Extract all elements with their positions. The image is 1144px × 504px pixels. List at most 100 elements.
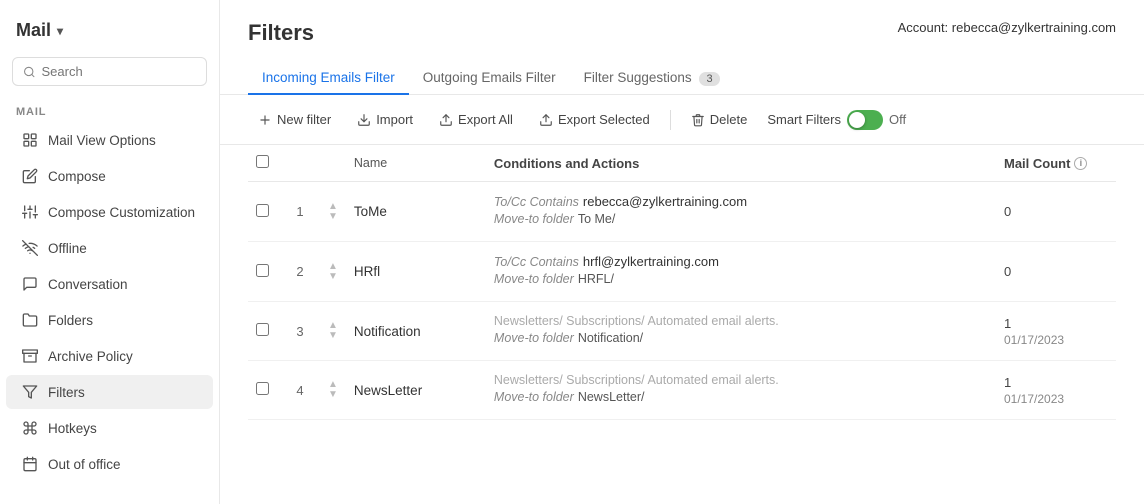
export-selected-button[interactable]: Export Selected [529,107,660,132]
sidebar-item-hotkeys[interactable]: Hotkeys [6,411,213,445]
sidebar-item-label: Filters [48,385,85,400]
command-icon [22,420,38,436]
table-row: 2 ▲▼ HRfl To/Cc Contains hrfl@zylkertrai… [248,242,1116,302]
filters-table-container: Name Conditions and Actions Mail Count i [220,145,1144,504]
main-header: Account: rebecca@zylkertraining.com Filt… [220,0,1144,95]
sidebar-item-label: Folders [48,313,93,328]
archive-icon [22,348,38,364]
sidebar-item-mail-view-options[interactable]: Mail View Options [6,123,213,157]
smart-filters-off-label: Off [889,112,906,127]
row-number: 2 [280,242,320,302]
tab-incoming[interactable]: Incoming Emails Filter [248,62,409,95]
account-info: Account: rebecca@zylkertraining.com [898,20,1116,35]
col-num [280,145,320,182]
search-icon [23,65,36,79]
filter-icon [22,384,38,400]
message-square-icon [22,276,38,292]
filter-count: 1 01/17/2023 [996,361,1116,420]
filter-count: 0 [996,242,1116,302]
col-name: Name [346,145,486,182]
filter-conditions: To/Cc Contains rebecca@zylkertraining.co… [486,182,996,242]
toolbar-divider [670,110,671,130]
reorder-arrows[interactable]: ▲▼ [328,202,338,222]
filter-count: 0 [996,182,1116,242]
filter-conditions: Newsletters/ Subscriptions/ Automated em… [486,361,996,420]
col-arrows [320,145,346,182]
col-conditions: Conditions and Actions [486,145,996,182]
count-info-icon[interactable]: i [1074,157,1087,170]
row-number: 3 [280,302,320,361]
edit-icon [22,168,38,184]
sidebar-item-filters[interactable]: Filters [6,375,213,409]
sidebar-item-folders[interactable]: Folders [6,303,213,337]
row-checkbox[interactable] [256,264,269,277]
sidebar-item-archive-policy[interactable]: Archive Policy [6,339,213,373]
import-button[interactable]: Import [347,107,423,132]
delete-button[interactable]: Delete [681,107,758,132]
row-number: 1 [280,182,320,242]
filters-table: Name Conditions and Actions Mail Count i [248,145,1116,420]
select-all-checkbox[interactable] [256,155,269,168]
filter-conditions: Newsletters/ Subscriptions/ Automated em… [486,302,996,361]
search-box[interactable] [12,57,207,86]
search-input[interactable] [42,64,197,79]
toggle-knob [849,112,865,128]
reorder-arrows[interactable]: ▲▼ [328,262,338,282]
sidebar-item-label: Mail View Options [48,133,156,148]
table-row: 1 ▲▼ ToMe To/Cc Contains rebecca@zylkert… [248,182,1116,242]
sidebar-item-offline[interactable]: Offline [6,231,213,265]
sidebar-item-compose-customization[interactable]: Compose Customization [6,195,213,229]
app-logo[interactable]: Mail ▾ [0,12,219,57]
filter-name: HRfl [346,242,486,302]
export-all-icon [439,113,453,127]
chevron-down-icon: ▾ [57,24,63,38]
filter-count: 1 01/17/2023 [996,302,1116,361]
smart-filters-toggle[interactable] [847,110,883,130]
filter-name: Notification [346,302,486,361]
sidebar-item-conversation[interactable]: Conversation [6,267,213,301]
sidebar-item-compose[interactable]: Compose [6,159,213,193]
sidebar: Mail ▾ MAIL Mail View Options Compose Co… [0,0,220,504]
tab-bar: Incoming Emails Filter Outgoing Emails F… [248,62,1116,94]
sidebar-item-label: Compose [48,169,106,184]
export-all-button[interactable]: Export All [429,107,523,132]
sidebar-item-out-of-office[interactable]: Out of office [6,447,213,481]
row-checkbox[interactable] [256,323,269,336]
smart-filters-label: Smart Filters [767,112,841,127]
suggestions-badge: 3 [699,72,719,86]
row-number: 4 [280,361,320,420]
sidebar-item-label: Archive Policy [48,349,133,364]
sidebar-item-label: Compose Customization [48,205,195,220]
sidebar-item-label: Out of office [48,457,121,472]
new-filter-button[interactable]: New filter [248,107,341,132]
wifi-off-icon [22,240,38,256]
sliders-icon [22,204,38,220]
row-checkbox[interactable] [256,204,269,217]
sidebar-item-label: Conversation [48,277,128,292]
app-title: Mail [16,20,51,41]
account-email: rebecca@zylkertraining.com [952,20,1116,35]
grid-icon [22,132,38,148]
reorder-arrows[interactable]: ▲▼ [328,380,338,400]
row-checkbox[interactable] [256,382,269,395]
export-selected-icon [539,113,553,127]
folder-icon [22,312,38,328]
tab-outgoing[interactable]: Outgoing Emails Filter [409,62,570,95]
col-count: Mail Count i [996,145,1116,182]
plus-icon [258,113,272,127]
account-label: Account: [898,20,949,35]
toolbar: New filter Import Export All Export Sele… [220,95,1144,145]
filter-name: ToMe [346,182,486,242]
calendar-icon [22,456,38,472]
sidebar-item-label: Hotkeys [48,421,97,436]
sidebar-section-label: MAIL [0,98,219,122]
trash-icon [691,113,705,127]
filter-conditions: To/Cc Contains hrfl@zylkertraining.com M… [486,242,996,302]
table-row: 4 ▲▼ NewsLetter Newsletters/ Subscriptio… [248,361,1116,420]
reorder-arrows[interactable]: ▲▼ [328,321,338,341]
filter-name: NewsLetter [346,361,486,420]
tab-suggestions[interactable]: Filter Suggestions 3 [570,62,734,95]
table-row: 3 ▲▼ Notification Newsletters/ Subscript… [248,302,1116,361]
col-select-all[interactable] [248,145,280,182]
sidebar-item-label: Offline [48,241,87,256]
